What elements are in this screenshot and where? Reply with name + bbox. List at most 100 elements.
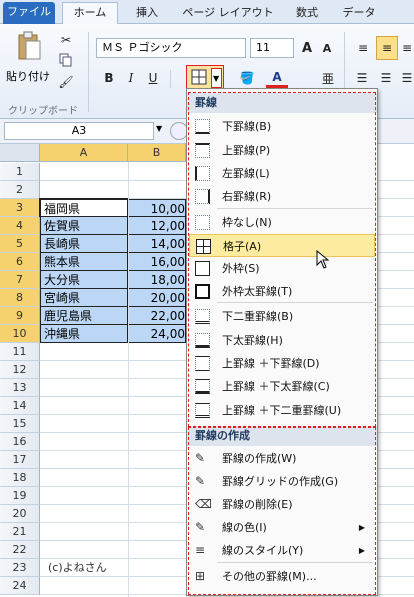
cell-b[interactable] [128, 577, 186, 595]
tab-page-layout[interactable]: ページ レイアウト [178, 3, 278, 24]
align-top-icon[interactable]: ≡ [352, 38, 374, 58]
cell-a[interactable] [40, 487, 128, 505]
row-header[interactable]: 11 [0, 343, 40, 361]
menu-item[interactable]: 上罫線 ＋下太罫線(C) [189, 375, 375, 398]
row-header[interactable]: 16 [0, 433, 40, 451]
cell-a[interactable]: 福岡県 [39, 198, 129, 218]
row-header[interactable]: 3 [0, 199, 40, 217]
cell-b[interactable] [128, 469, 186, 487]
row-header[interactable]: 6 [0, 253, 40, 271]
row-header[interactable]: 10 [0, 325, 40, 343]
phonetic-icon[interactable]: 亜 [318, 68, 338, 88]
cell-a[interactable]: 長崎県 [40, 235, 128, 253]
font-size-select[interactable]: 11 [250, 38, 294, 58]
cell-b[interactable]: 18,00 [128, 271, 186, 289]
row-header[interactable]: 7 [0, 271, 40, 289]
cell-b[interactable]: 14,00 [128, 235, 186, 253]
row-header[interactable]: 12 [0, 361, 40, 379]
row-header[interactable]: 23 [0, 559, 40, 577]
paste-button[interactable] [14, 30, 44, 64]
row-header[interactable]: 9 [0, 307, 40, 325]
row-header[interactable]: 2 [0, 181, 40, 199]
row-header[interactable]: 14 [0, 397, 40, 415]
row-header[interactable]: 13 [0, 379, 40, 397]
underline-button[interactable]: U [144, 68, 162, 88]
cell-a[interactable]: 佐賀県 [40, 217, 128, 235]
cell-b[interactable] [128, 487, 186, 505]
cell-b[interactable]: 12,00 [128, 217, 186, 235]
align-middle-icon[interactable]: ≡ [376, 36, 398, 60]
cell-a[interactable] [40, 397, 128, 415]
row-header[interactable]: 24 [0, 577, 40, 595]
cell-b[interactable] [128, 361, 186, 379]
menu-item[interactable]: 下太罫線(H) [189, 329, 375, 352]
menu-item[interactable]: 上罫線 ＋下二重罫線(U) [189, 399, 375, 422]
column-header-a[interactable]: A [40, 144, 128, 162]
cell-a[interactable] [40, 541, 128, 559]
menu-item[interactable]: 上罫線 ＋下罫線(D) [189, 352, 375, 375]
cut-icon[interactable]: ✂ [58, 32, 74, 48]
cell-b[interactable] [128, 559, 186, 577]
tab-data[interactable]: データ [336, 3, 382, 24]
copy-icon[interactable] [58, 52, 74, 68]
row-header[interactable]: 18 [0, 469, 40, 487]
select-all-corner[interactable] [0, 144, 40, 162]
cell-b[interactable] [128, 451, 186, 469]
bold-button[interactable]: B [100, 68, 118, 88]
menu-item[interactable]: ✎ 線の色(I) ▶ [189, 516, 375, 539]
paste-label[interactable]: 貼り付け [6, 68, 50, 84]
cell-a[interactable]: 鹿児島県 [40, 307, 128, 325]
tab-formulas[interactable]: 数式 [285, 3, 329, 24]
cell-a[interactable] [40, 343, 128, 361]
font-color-button[interactable]: A [266, 68, 288, 88]
cell-b[interactable] [128, 505, 186, 523]
cell-b[interactable] [128, 343, 186, 361]
row-header[interactable]: 17 [0, 451, 40, 469]
cell-a[interactable] [40, 577, 128, 595]
cell-a[interactable]: 熊本県 [40, 253, 128, 271]
menu-item[interactable]: 下罫線(B) [189, 115, 375, 138]
cell-b[interactable] [128, 379, 186, 397]
tab-insert[interactable]: 挿入 [126, 3, 168, 24]
cell-a[interactable] [40, 433, 128, 451]
cell-b[interactable] [128, 433, 186, 451]
cell-b[interactable] [128, 415, 186, 433]
cell-a[interactable] [40, 361, 128, 379]
menu-item[interactable]: 外枠太罫線(T) [189, 280, 375, 303]
font-name-select[interactable]: ＭＳ Ｐゴシック [96, 38, 246, 58]
cell-b[interactable] [128, 523, 186, 541]
cell-b[interactable]: 22,00 [128, 307, 186, 325]
align-left-icon[interactable]: ☰ [352, 68, 372, 88]
cell-b[interactable] [128, 541, 186, 559]
cell-a[interactable] [40, 451, 128, 469]
row-header[interactable]: 8 [0, 289, 40, 307]
menu-item[interactable]: ✎ 罫線グリッドの作成(G) [189, 470, 375, 493]
row-header[interactable]: 19 [0, 487, 40, 505]
menu-item[interactable]: 左罫線(L) [189, 162, 375, 185]
cell-b[interactable]: 10,00 [128, 199, 186, 217]
row-header[interactable]: 1 [0, 163, 40, 181]
format-painter-icon[interactable]: 🖌 [58, 74, 74, 90]
menu-item[interactable]: ✎ 罫線の作成(W) [189, 447, 375, 470]
cell-a[interactable] [40, 469, 128, 487]
align-right-icon[interactable]: ☰ [400, 68, 414, 88]
cell-a[interactable]: 沖縄県 [40, 325, 128, 343]
cell-a[interactable] [40, 379, 128, 397]
name-box[interactable]: A3 [4, 122, 154, 140]
cell-b[interactable] [128, 397, 186, 415]
menu-item[interactable]: 右罫線(R) [189, 185, 375, 208]
borders-dropdown-arrow[interactable]: ▼ [211, 68, 222, 88]
cell-a[interactable] [40, 523, 128, 541]
cell-a[interactable] [40, 415, 128, 433]
row-header[interactable]: 21 [0, 523, 40, 541]
cell-a[interactable]: 大分県 [40, 271, 128, 289]
cell-b[interactable] [128, 163, 186, 181]
chevron-down-icon[interactable]: ▼ [156, 124, 162, 133]
column-header-b[interactable]: B [128, 144, 186, 162]
row-header[interactable]: 22 [0, 541, 40, 559]
row-header[interactable]: 4 [0, 217, 40, 235]
tab-file[interactable]: ファイル [3, 2, 55, 24]
align-center-icon[interactable]: ☰ [376, 68, 396, 88]
italic-button[interactable]: I [122, 68, 140, 88]
cell-b[interactable]: 16,00 [128, 253, 186, 271]
